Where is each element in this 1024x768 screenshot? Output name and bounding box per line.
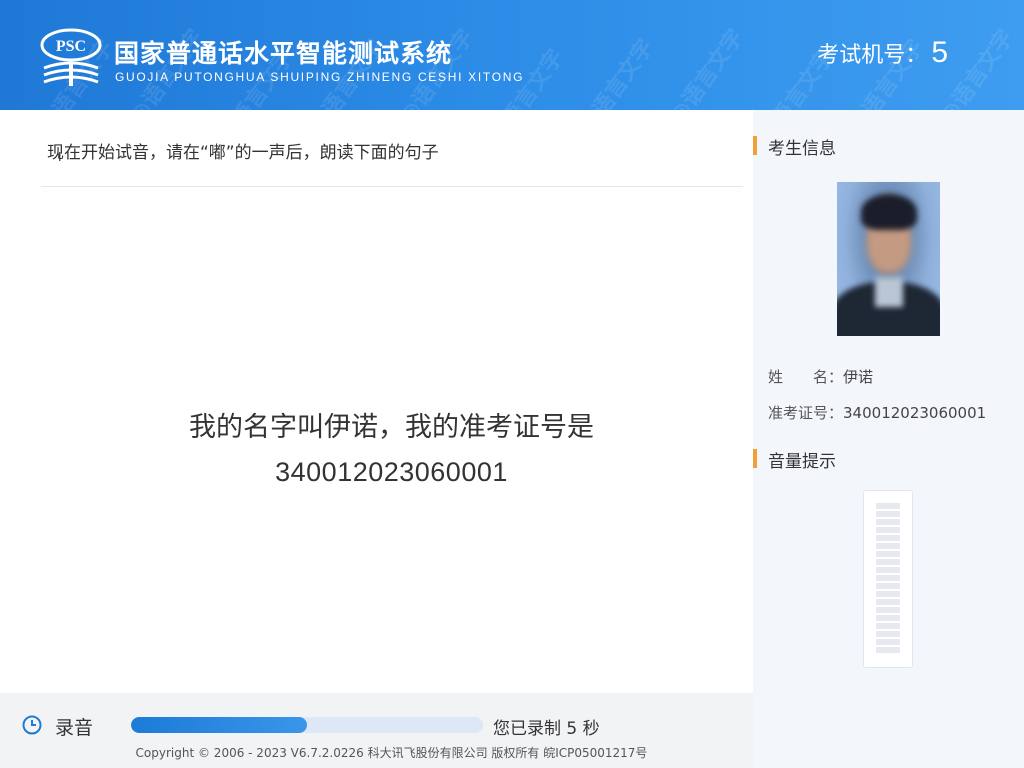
ticket-value: 340012023060001	[843, 404, 987, 422]
exam-machine-label: 考试机号：	[817, 43, 928, 68]
volume-meter-bars	[876, 503, 900, 655]
exam-machine-number: 考试机号： 5	[817, 36, 948, 70]
candidate-ticket: 准考证号：340012023060001	[768, 402, 986, 423]
app-title-pinyin: GUOJIA PUTONGHUA SHUIPING ZHINENG CESHI …	[115, 70, 525, 84]
exam-machine-value: 5	[931, 36, 948, 69]
volume-title: 音量提示	[753, 447, 836, 472]
instruction-text: 现在开始试音，请在“嘟”的一声后，朗读下面的句子	[47, 143, 439, 163]
clock-icon	[22, 715, 42, 735]
reading-line-1: 我的名字叫伊诺，我的准考证号是	[189, 412, 594, 443]
reading-prompt: 我的名字叫伊诺，我的准考证号是 340012023060001	[0, 406, 783, 494]
record-status: 您已录制 5 秒	[493, 719, 600, 739]
record-label: 录音	[55, 717, 94, 739]
header-bar: @语言文字 @语言文字 @语言文字 @语言文字 @语言文字 @语言文字 @语言文字 @语言文字…	[0, 0, 1024, 110]
name-label: 姓 名：	[768, 368, 844, 386]
watermark-text: @语言文字	[1015, 35, 1024, 110]
reading-line-2: 340012023060001	[275, 457, 508, 487]
main-content: 现在开始试音，请在“嘟”的一声后，朗读下面的句子 我的名字叫伊诺，我的准考证号是…	[0, 110, 753, 693]
divider	[41, 186, 743, 187]
name-value: 伊诺	[843, 368, 874, 386]
record-progress-fill	[131, 717, 307, 733]
recording-bar: 录音 您已录制 5 秒 Copyright © 2006 - 2023 V6.7…	[0, 693, 753, 768]
volume-meter	[863, 490, 913, 668]
candidate-photo	[837, 182, 940, 336]
svg-text:PSC: PSC	[56, 38, 86, 55]
record-progress-bar	[131, 717, 483, 733]
watermark-text: @语言文字	[575, 35, 659, 110]
watermark-text: @语言文字	[665, 25, 749, 110]
candidate-sidebar: 考生信息 姓 名：伊诺 准考证号：340012023060001 音量提示	[753, 110, 1024, 768]
candidate-name: 姓 名：伊诺	[768, 366, 873, 387]
psc-logo-icon: PSC	[40, 28, 102, 86]
ticket-label: 准考证号：	[768, 404, 844, 422]
text-cursor-icon: I	[58, 150, 62, 164]
app-title: 国家普通话水平智能测试系统	[114, 39, 453, 68]
candidate-info-title: 考生信息	[753, 134, 836, 159]
copyright-text: Copyright © 2006 - 2023 V6.7.2.0226 科大讯飞…	[135, 746, 648, 760]
